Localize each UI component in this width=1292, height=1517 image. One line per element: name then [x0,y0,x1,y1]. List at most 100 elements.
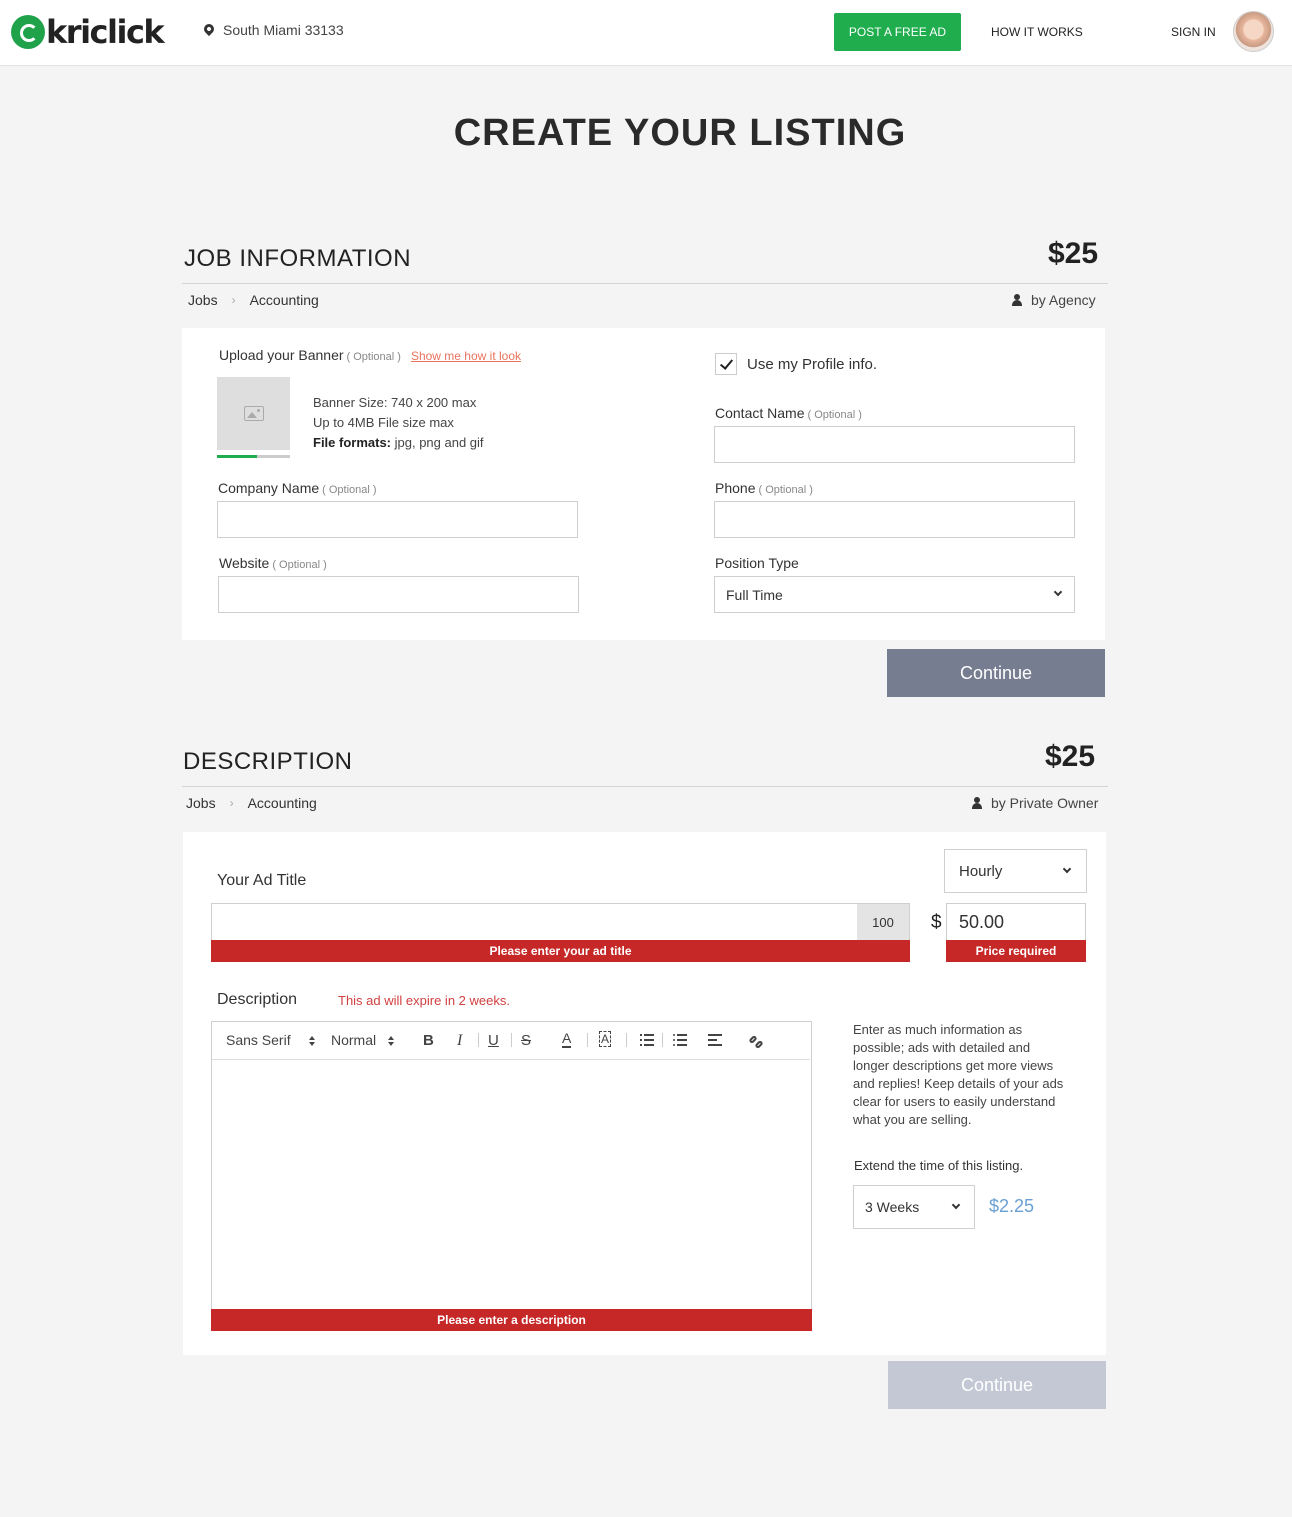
file-formats-value: jpg, png and gif [391,435,484,450]
upload-banner-text: Upload your Banner [219,347,344,363]
toolbar-divider [478,1033,479,1047]
sign-in-link[interactable]: SIGN IN [1171,25,1216,39]
use-profile-checkbox[interactable] [715,353,737,375]
banner-requirements: Banner Size: 740 x 200 max Up to 4MB Fil… [313,393,484,453]
avatar[interactable] [1233,11,1274,52]
description-error: Please enter a description [211,1309,812,1331]
contact-name-input[interactable] [714,426,1075,463]
optional-hint: ( Optional ) [758,484,813,496]
list-line [644,1044,654,1046]
breadcrumb: Jobs › Accounting [188,292,319,308]
use-profile-label: Use my Profile info. [747,356,878,373]
optional-hint: ( Optional ) [346,351,401,363]
breadcrumb-accounting[interactable]: Accounting [248,795,317,811]
list-line [677,1044,687,1046]
extend-duration-select[interactable]: 3 Weeks [853,1185,975,1229]
price-input[interactable]: 50.00 [946,903,1086,941]
logo-text: kriclick [46,13,165,51]
sort-up-icon [388,1036,394,1040]
job-continue-button[interactable]: Continue [887,649,1105,697]
list-line [677,1039,687,1041]
ordered-list-icon[interactable] [640,1034,654,1046]
font-family-picker[interactable]: Sans Serif [226,1032,291,1048]
position-type-label: Position Type [715,555,799,571]
breadcrumb: Jobs › Accounting [186,795,317,811]
post-free-ad-button[interactable]: POST A FREE AD [834,13,961,51]
text-color-icon[interactable]: A [562,1030,572,1048]
extend-listing-label: Extend the time of this listing. [854,1158,1024,1173]
contact-name-label: Contact Name( Optional ) [715,405,862,421]
posted-by-text: by Agency [1031,292,1096,308]
divider [182,786,1108,787]
file-formats-label: File formats: [313,435,392,450]
toolbar-divider [626,1033,627,1047]
italic-icon[interactable]: I [457,1032,462,1050]
sort-down-icon [309,1042,315,1046]
description-continue-button[interactable]: Continue [888,1361,1106,1409]
list-marker [673,1034,675,1036]
link-icon [754,1039,764,1050]
kriclick-logo[interactable]: kriclick [11,13,165,51]
strikethrough-icon[interactable]: S [521,1032,531,1049]
bullet-list-icon[interactable] [673,1034,687,1046]
chevron-right-icon: › [231,293,236,307]
job-section-title: JOB INFORMATION [184,245,412,272]
posted-by: by Private Owner [972,795,1098,811]
price-error: Price required [946,940,1086,962]
location-selector[interactable]: South Miami 33133 [201,21,344,38]
phone-text: Phone [715,480,756,496]
breadcrumb-jobs[interactable]: Jobs [188,292,218,308]
breadcrumb-accounting[interactable]: Accounting [250,292,319,308]
editor-toolbar: Sans Serif Normal B I U S A A [212,1022,810,1060]
phone-label: Phone( Optional ) [715,480,813,496]
ad-title-error: Please enter your ad title [211,940,910,962]
bold-icon[interactable]: B [423,1032,434,1049]
ad-title-input[interactable] [211,903,910,941]
website-input[interactable] [218,576,579,613]
upload-progress-bar [217,455,290,458]
file-size-text: Up to 4MB File size max [313,415,454,430]
company-name-text: Company Name [218,480,320,496]
list-line [644,1039,654,1041]
align-line [708,1034,722,1036]
phone-input[interactable] [714,501,1075,538]
position-type-select[interactable]: Full Time [714,576,1075,613]
description-help-text: Enter as much information as possible; a… [853,1022,1064,1127]
image-icon [243,406,264,421]
job-section-price: $25 [1048,237,1099,270]
chevron-right-icon: › [229,796,234,810]
highlight-color-icon[interactable]: A [599,1031,612,1047]
optional-hint: ( Optional ) [322,484,377,496]
expire-note: This ad will expire in 2 weeks. [338,993,510,1008]
rate-type-select[interactable]: Hourly [944,849,1087,893]
underline-icon[interactable]: U [488,1032,499,1049]
banner-upload-dropzone[interactable] [217,377,290,450]
banner-size-text: Banner Size: 740 x 200 max [313,395,477,410]
align-left-icon[interactable] [708,1034,722,1046]
page-title: CREATE YOUR LISTING [453,112,907,154]
how-it-works-link[interactable]: HOW IT WORKS [991,25,1083,39]
user-icon [1012,294,1022,306]
posted-by: by Agency [1012,292,1096,308]
optional-hint: ( Optional ) [807,409,862,421]
company-name-input[interactable] [217,501,578,538]
breadcrumb-jobs[interactable]: Jobs [186,795,216,811]
char-counter: 100 [857,904,909,940]
ad-title-label: Your Ad Title [217,872,307,889]
toolbar-divider [511,1033,512,1047]
website-label: Website( Optional ) [219,555,327,571]
description-section-price: $25 [1045,740,1096,773]
chevron-down-icon [951,1200,961,1210]
list-marker [673,1039,675,1041]
list-marker [640,1039,642,1041]
list-line [644,1034,654,1036]
file-formats-text: File formats: jpg, png and gif [313,433,484,453]
rate-type-value: Hourly [959,862,1003,880]
description-editor[interactable] [211,1021,812,1310]
optional-hint: ( Optional ) [272,559,327,571]
chevron-down-icon [1062,864,1072,874]
show-me-link[interactable]: Show me how it look [411,349,521,363]
extend-price: $2.25 [989,1196,1035,1216]
font-size-picker[interactable]: Normal [331,1032,376,1048]
divider [182,283,1108,284]
